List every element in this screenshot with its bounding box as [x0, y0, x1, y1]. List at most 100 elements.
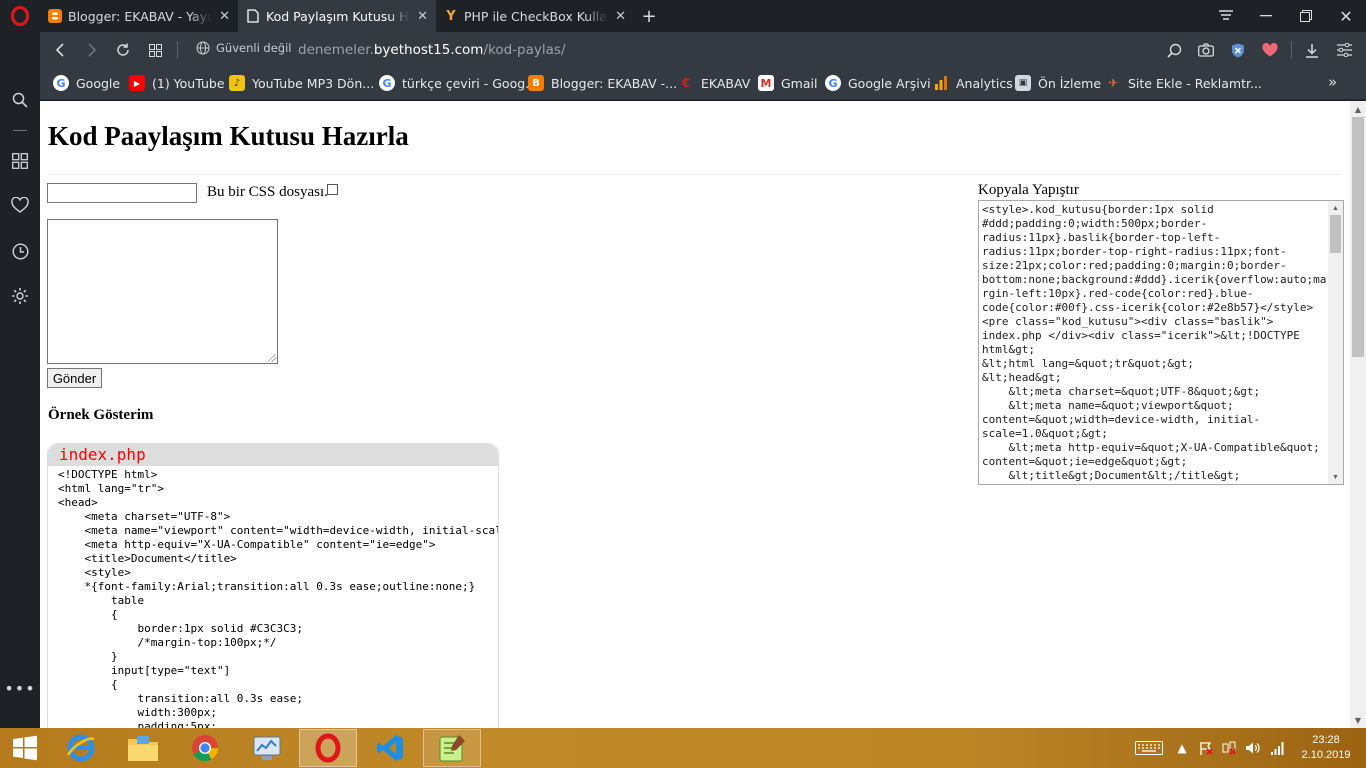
- chrome-icon[interactable]: [176, 729, 234, 767]
- close-window-button[interactable]: ✕: [1326, 0, 1366, 32]
- bookmark-turkce-ceviri[interactable]: G türkçe çeviri - Goog...: [379, 75, 537, 91]
- notepadpp-icon[interactable]: [423, 729, 481, 767]
- search-icon[interactable]: [8, 88, 32, 112]
- easy-setup-icon[interactable]: [1334, 40, 1354, 60]
- code-line: border:1px solid #C3C3C3;: [58, 622, 304, 635]
- vscode-icon[interactable]: [361, 729, 419, 767]
- copy-line: <pre class="kod_kutusu"><div class="basl…: [982, 315, 1274, 328]
- bookmark-blogger[interactable]: B Blogger: EKABAV -...: [528, 75, 677, 91]
- system-clock[interactable]: 23:28 2.10.2019: [1296, 733, 1356, 763]
- speed-dial-sidebar-icon[interactable]: [8, 149, 32, 173]
- keyboard-icon[interactable]: [1134, 740, 1164, 756]
- back-icon[interactable]: [48, 38, 72, 62]
- css-checkbox-label: Bu bir CSS dosyası.: [207, 184, 328, 200]
- filename-input[interactable]: [47, 183, 197, 203]
- my-flow-heart-icon[interactable]: [1260, 40, 1280, 60]
- start-button[interactable]: [0, 729, 50, 767]
- copy-line: &lt;head&gt;: [982, 371, 1062, 384]
- scroll-thumb[interactable]: [1330, 215, 1341, 253]
- volume-icon[interactable]: [1245, 740, 1261, 756]
- bookmark-google-arsivi[interactable]: G Google Arşivi: [825, 75, 931, 91]
- document-icon: [246, 9, 260, 23]
- resize-grip-icon[interactable]: [268, 354, 276, 362]
- code-line: <meta http-equiv="X-UA-Compatible" conte…: [58, 538, 436, 551]
- action-center-flag-icon[interactable]: [1198, 740, 1214, 756]
- bookmark-youtube[interactable]: ▶ (1) YouTube: [129, 75, 225, 91]
- maximize-button[interactable]: [1286, 0, 1326, 32]
- globe-icon: [196, 41, 210, 55]
- copy-line: &lt;meta name=&quot;viewport&quot;: [982, 399, 1234, 412]
- tab-kod-paylasim[interactable]: Kod Paylaşım Kutusu Hazırla ✕: [238, 0, 436, 32]
- copy-paste-textarea[interactable]: <style>.kod_kutusu{border:1px solid #ddd…: [978, 200, 1344, 485]
- bookmark-google[interactable]: G Google: [53, 75, 120, 91]
- code-line: input[type="text"]: [58, 664, 231, 677]
- show-hidden-icons-icon[interactable]: ▲: [1174, 740, 1190, 756]
- copy-paste-content: <style>.kod_kutusu{border:1px solid #ddd…: [982, 203, 1327, 483]
- code-textarea[interactable]: [47, 219, 278, 364]
- new-tab-button[interactable]: +: [634, 0, 664, 32]
- bookmark-label: (1) YouTube: [152, 75, 225, 91]
- code-line: width:300px;: [58, 706, 217, 719]
- code-line: *{font-family:Arial;transition:all 0.3s …: [58, 580, 476, 593]
- close-tab-icon[interactable]: ✕: [615, 9, 626, 24]
- bookmark-youtube-mp3[interactable]: ♪ YouTube MP3 Dön...: [229, 75, 374, 91]
- bookmark-label: Gmail: [781, 75, 818, 91]
- internet-explorer-icon[interactable]: [52, 729, 110, 767]
- minimize-button[interactable]: [1246, 0, 1286, 32]
- toolbar-divider: [1291, 41, 1292, 59]
- scroll-thumb[interactable]: [1352, 117, 1364, 357]
- page-scrollbar[interactable]: ▲ ▼: [1350, 101, 1366, 728]
- tab-menu-icon[interactable]: [1206, 0, 1246, 32]
- code-line: <style>: [58, 566, 131, 579]
- copy-line: &lt;meta charset=&quot;UTF-8&quot;&gt;: [982, 385, 1261, 398]
- code-box-filename: index.php: [48, 444, 498, 466]
- copy-textarea-scrollbar[interactable]: ▲ ▼: [1328, 201, 1343, 484]
- security-indicator[interactable]: Güvenli değil: [196, 41, 291, 55]
- search-page-icon[interactable]: [1164, 40, 1184, 60]
- file-explorer-icon[interactable]: [114, 729, 172, 767]
- network-adapter-icon[interactable]: [1221, 740, 1237, 756]
- copy-line: scale=1.0&quot;&gt;: [982, 427, 1108, 440]
- bookmark-gmail[interactable]: M Gmail: [758, 75, 817, 91]
- scroll-down-icon[interactable]: ▼: [1350, 712, 1366, 728]
- forward-icon[interactable]: [80, 38, 104, 62]
- close-tab-icon[interactable]: ✕: [219, 9, 230, 24]
- copy-line: rgin-left:10px}.red-code{color:red}.blue…: [982, 287, 1254, 300]
- bookmark-site-ekle[interactable]: ✈ Site Ekle - Reklamtr...: [1105, 75, 1262, 91]
- address-bar: Güvenli değil denemeler.byethost15.com/k…: [40, 32, 1366, 68]
- copy-line: &lt;html lang=&quot;tr&quot;&gt;: [982, 357, 1194, 370]
- youtube-icon: ▶: [129, 75, 145, 91]
- header-divider: [48, 174, 1342, 175]
- control-panel-icon[interactable]: [238, 729, 296, 767]
- submit-button[interactable]: Gönder: [47, 368, 102, 388]
- scroll-up-icon[interactable]: ▲: [1328, 201, 1343, 215]
- code-line: transition:all 0.3s ease;: [58, 692, 304, 705]
- copy-line: radius:11px}.baslik{border-top-left-: [982, 231, 1221, 244]
- downloads-icon[interactable]: [1302, 40, 1322, 60]
- bookmark-ekabav[interactable]: € EKABAV: [678, 75, 750, 91]
- copy-line: size:21px;color:red;padding:0;margin:0;b…: [982, 259, 1287, 272]
- speed-dial-icon[interactable]: [143, 38, 167, 62]
- more-options-icon[interactable]: •••: [4, 676, 34, 700]
- signal-strength-icon[interactable]: [1270, 740, 1286, 756]
- tab-blogger[interactable]: Blogger: EKABAV - Yayın oluştur ✕: [40, 0, 238, 32]
- bookmark-label: EKABAV: [701, 75, 751, 91]
- tab-php-checkbox[interactable]: Y PHP ile CheckBox Kullanimi ✕: [436, 0, 634, 32]
- adblock-shield-icon[interactable]: [1228, 40, 1248, 60]
- close-tab-icon[interactable]: ✕: [417, 9, 428, 24]
- code-box-content: <!DOCTYPE html> <html lang="tr"> <head> …: [48, 466, 498, 728]
- bookmarks-overflow-icon[interactable]: »: [1328, 73, 1337, 91]
- url-field[interactable]: denemeler.byethost15.com/kod-paylas/: [298, 42, 566, 58]
- bookmark-analytics[interactable]: Analytics: [933, 75, 1013, 91]
- snapshot-icon[interactable]: [1196, 40, 1216, 60]
- opera-menu-button[interactable]: [0, 0, 40, 32]
- history-clock-icon[interactable]: [8, 239, 32, 263]
- bookmark-on-izleme[interactable]: ▣ Ön İzleme: [1015, 75, 1101, 91]
- css-checkbox[interactable]: [327, 184, 338, 195]
- scroll-up-icon[interactable]: ▲: [1350, 101, 1366, 117]
- scroll-down-icon[interactable]: ▼: [1328, 470, 1343, 484]
- reload-icon[interactable]: [111, 38, 135, 62]
- opera-icon[interactable]: [299, 729, 357, 767]
- bookmarks-heart-icon[interactable]: [8, 193, 32, 217]
- settings-gear-icon[interactable]: [8, 284, 32, 308]
